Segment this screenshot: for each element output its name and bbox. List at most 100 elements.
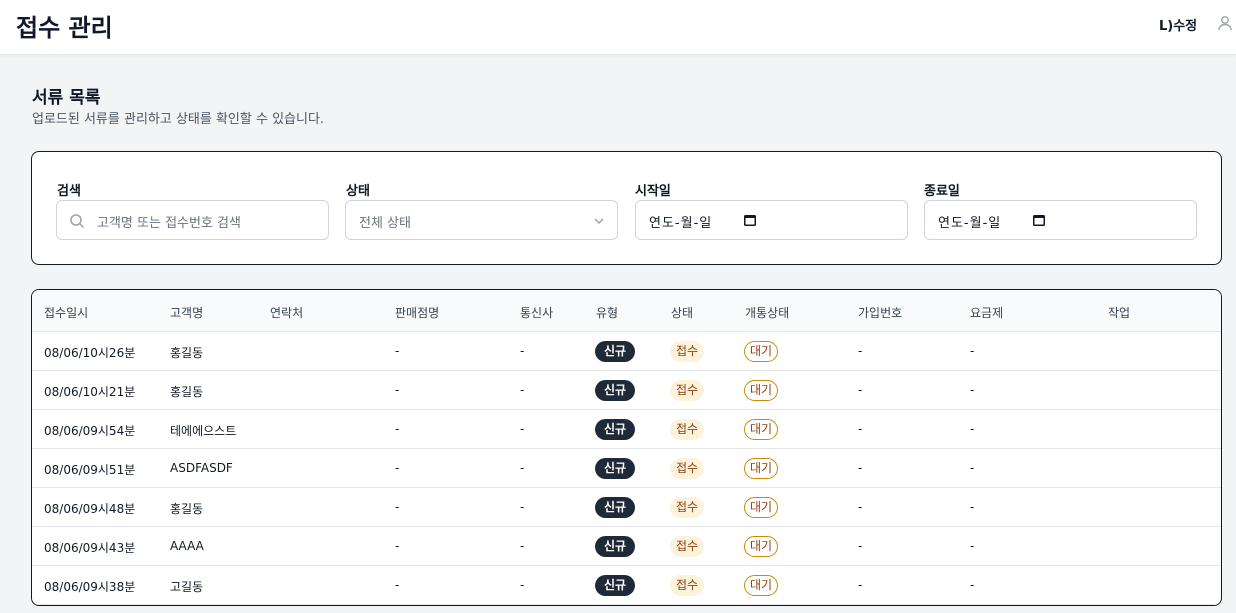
end-date-label: 종료일 [924,184,960,199]
section-description: 업로드된 서류를 관리하고 상태를 확인할 수 있습니다. [32,112,325,127]
chevron-down-icon [592,214,606,232]
status-badge: 접수 [670,341,705,362]
activation-status-badge: 대기 [744,380,779,401]
plan-cell: - [970,578,975,592]
plan-cell: - [970,500,975,514]
subscription-number-cell: - [858,422,863,436]
type-badge: 신규 [595,575,636,596]
subscription-number-cell: - [858,344,863,358]
plan-cell: - [970,539,975,553]
table-row[interactable]: 08/06/09시54분 테에에으스트 - - 신규 접수 대기 - - [32,410,1221,449]
start-date-input[interactable]: 연도-월-일 [635,200,908,240]
store-name-cell: - [395,383,400,397]
table-row[interactable]: 08/06/09시48분 홍길동 - - 신규 접수 대기 - - [32,488,1221,527]
status-select-value: 전체 상태 [359,216,411,231]
type-badge: 신규 [595,497,636,518]
store-name-cell: - [395,461,400,475]
customer-name-cell: 테에에으스트 [170,424,237,438]
carrier-cell: - [520,578,525,592]
table-row[interactable]: 08/06/10시26분 홍길동 - - 신규 접수 대기 - - [32,332,1221,371]
received-date-cell: 08/06/10시21분 [44,385,136,399]
end-date-value: 연도-월-일 [938,216,1002,231]
status-badge: 접수 [670,536,705,557]
subscription-number-cell: - [858,383,863,397]
search-placeholder: 고객명 또는 접수번호 검색 [97,216,241,231]
start-date-label: 시작일 [635,184,671,199]
column-header[interactable]: 개통상태 [745,304,789,321]
user-icon[interactable] [1216,14,1234,32]
received-date-cell: 08/06/09시48분 [44,502,136,516]
status-badge: 접수 [670,497,705,518]
customer-name-cell: 홍길동 [170,502,204,516]
activation-status-badge: 대기 [744,536,779,557]
column-header[interactable]: 작업 [1108,304,1130,321]
plan-cell: - [970,422,975,436]
table-row[interactable]: 08/06/10시21분 홍길동 - - 신규 접수 대기 - - [32,371,1221,410]
subscription-number-cell: - [858,578,863,592]
table-row[interactable]: 08/06/09시51분 ASDFASDF - - 신규 접수 대기 - - [32,449,1221,488]
carrier-cell: - [520,422,525,436]
type-badge: 신규 [595,458,636,479]
column-header[interactable]: 상태 [671,304,693,321]
store-name-cell: - [395,578,400,592]
carrier-cell: - [520,500,525,514]
subscription-number-cell: - [858,539,863,553]
applications-table: 접수일시 고객명 연락처 판매점명 통신사 유형 상태 개통상태 가입번호 요금… [31,289,1222,606]
type-badge: 신규 [595,419,636,440]
activation-status-badge: 대기 [744,497,779,518]
customer-name-cell: ASDFASDF [170,461,233,475]
status-label: 상태 [346,184,370,199]
activation-status-badge: 대기 [744,419,779,440]
subscription-number-cell: - [858,500,863,514]
filter-panel: 검색 고객명 또는 접수번호 검색 상태 전체 상태 시작일 연도-월-일 종료… [31,151,1222,265]
type-badge: 신규 [595,341,636,362]
carrier-cell: - [520,539,525,553]
app-header: 접수 관리 L)수정 [0,0,1236,55]
page-title: 접수 관리 [16,14,113,42]
calendar-icon[interactable] [743,213,757,231]
activation-status-badge: 대기 [744,575,779,596]
received-date-cell: 08/06/09시38분 [44,580,136,594]
search-input[interactable]: 고객명 또는 접수번호 검색 [56,200,329,240]
status-badge: 접수 [670,419,705,440]
column-header[interactable]: 판매점명 [395,304,439,321]
status-badge: 접수 [670,458,705,479]
column-header[interactable]: 통신사 [520,304,553,321]
plan-cell: - [970,461,975,475]
user-name[interactable]: L)수정 [1159,15,1197,34]
received-date-cell: 08/06/09시43분 [44,541,136,555]
type-badge: 신규 [595,380,636,401]
subscription-number-cell: - [858,461,863,475]
start-date-value: 연도-월-일 [649,216,713,231]
search-label: 검색 [57,184,81,199]
type-badge: 신규 [595,536,636,557]
column-header[interactable]: 고객명 [170,304,203,321]
received-date-cell: 08/06/09시54분 [44,424,136,438]
table-row[interactable]: 08/06/09시38분 고길동 - - 신규 접수 대기 - - [32,566,1221,605]
column-header[interactable]: 접수일시 [44,304,88,321]
store-name-cell: - [395,539,400,553]
section-title: 서류 목록 [32,88,101,108]
store-name-cell: - [395,422,400,436]
column-header[interactable]: 연락처 [270,304,303,321]
activation-status-badge: 대기 [744,341,779,362]
carrier-cell: - [520,383,525,397]
column-header[interactable]: 유형 [596,304,618,321]
calendar-icon[interactable] [1032,213,1046,231]
customer-name-cell: 고길동 [170,580,204,594]
plan-cell: - [970,344,975,358]
plan-cell: - [970,383,975,397]
table-row[interactable]: 08/06/09시43분 AAAA - - 신규 접수 대기 - - [32,527,1221,566]
customer-name-cell: 홍길동 [170,385,204,399]
table-header: 접수일시 고객명 연락처 판매점명 통신사 유형 상태 개통상태 가입번호 요금… [32,290,1221,332]
status-select[interactable]: 전체 상태 [345,200,618,240]
search-icon [69,213,85,233]
activation-status-badge: 대기 [744,458,779,479]
end-date-input[interactable]: 연도-월-일 [924,200,1197,240]
carrier-cell: - [520,461,525,475]
carrier-cell: - [520,344,525,358]
customer-name-cell: AAAA [170,539,204,553]
column-header[interactable]: 가입번호 [858,304,902,321]
received-date-cell: 08/06/10시26분 [44,346,136,360]
column-header[interactable]: 요금제 [970,304,1003,321]
